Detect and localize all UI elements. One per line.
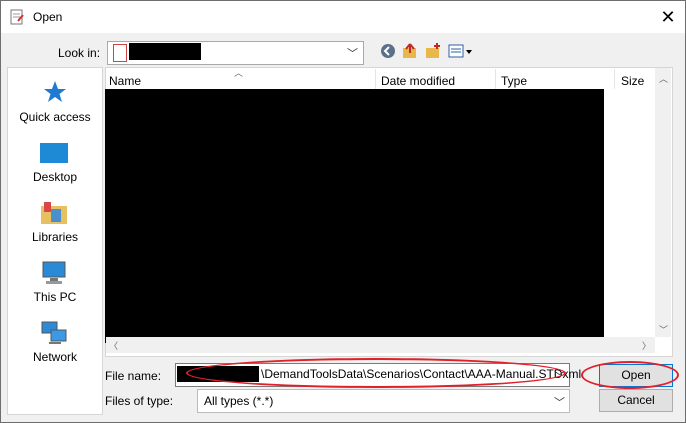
place-label: Libraries bbox=[31, 230, 79, 244]
annotation-ellipse-file-name bbox=[186, 358, 566, 388]
sort-ascending-icon: ︿ bbox=[234, 68, 244, 78]
scroll-left-icon[interactable]: 〈 bbox=[109, 339, 118, 352]
place-label: This PC bbox=[33, 290, 77, 304]
cancel-button[interactable]: Cancel bbox=[599, 389, 673, 412]
place-this-pc[interactable]: This PC bbox=[8, 260, 102, 320]
place-label: Network bbox=[32, 350, 77, 364]
horizontal-scrollbar[interactable]: 〈 〉 bbox=[106, 337, 655, 353]
scroll-right-icon[interactable]: 〉 bbox=[642, 339, 651, 352]
column-divider[interactable] bbox=[614, 69, 615, 89]
close-button[interactable]: ✕ bbox=[651, 1, 685, 33]
place-desktop[interactable]: Desktop bbox=[8, 140, 102, 200]
column-header-size[interactable]: Size bbox=[621, 74, 644, 88]
file-type-value: All types (*.*) bbox=[204, 394, 274, 408]
close-icon: ✕ bbox=[660, 7, 676, 27]
libraries-icon bbox=[41, 202, 67, 224]
document-icon bbox=[10, 9, 24, 25]
column-divider[interactable] bbox=[495, 69, 496, 89]
scroll-up-icon[interactable]: ︿ bbox=[659, 72, 668, 85]
computer-icon bbox=[42, 261, 66, 284]
look-in-redacted-value bbox=[129, 43, 201, 60]
file-type-label: Files of type: bbox=[105, 394, 174, 408]
column-header-name[interactable]: Name bbox=[109, 74, 141, 88]
new-folder-icon[interactable] bbox=[424, 42, 442, 60]
vertical-scrollbar[interactable]: ︿ ﹀ bbox=[655, 68, 671, 337]
column-header-date-modified[interactable]: Date modified bbox=[381, 74, 455, 88]
column-divider[interactable] bbox=[375, 69, 376, 89]
chevron-down-icon[interactable]: ﹀ bbox=[554, 394, 565, 410]
window-title: Open bbox=[33, 10, 63, 24]
places-bar: Quick access Desktop Libraries This PC N… bbox=[7, 67, 103, 415]
place-quick-access[interactable]: Quick access bbox=[8, 80, 102, 140]
star-icon bbox=[44, 81, 66, 102]
title-bar: Open ✕ bbox=[1, 1, 685, 33]
column-header-type[interactable]: Type bbox=[501, 74, 527, 88]
place-libraries[interactable]: Libraries bbox=[8, 200, 102, 260]
open-dialog: Open ✕ Look in: ﹀ Quick access Desktop L… bbox=[0, 0, 686, 423]
look-in-label: Look in: bbox=[58, 46, 101, 60]
annotation-ellipse-open-button bbox=[581, 361, 679, 389]
file-name-label: File name: bbox=[105, 369, 162, 383]
place-label: Quick access bbox=[19, 110, 91, 124]
place-network[interactable]: Network bbox=[8, 320, 102, 380]
folder-icon bbox=[113, 44, 127, 62]
place-label: Desktop bbox=[32, 170, 78, 184]
chevron-down-icon[interactable]: ﹀ bbox=[347, 45, 358, 61]
view-menu-icon[interactable] bbox=[448, 42, 474, 60]
scroll-down-icon[interactable]: ﹀ bbox=[659, 323, 668, 336]
up-folder-icon[interactable] bbox=[401, 42, 419, 60]
network-icon bbox=[41, 321, 67, 344]
redacted-file-list-area bbox=[105, 89, 604, 343]
desktop-icon bbox=[40, 143, 68, 163]
back-icon[interactable] bbox=[379, 42, 397, 60]
